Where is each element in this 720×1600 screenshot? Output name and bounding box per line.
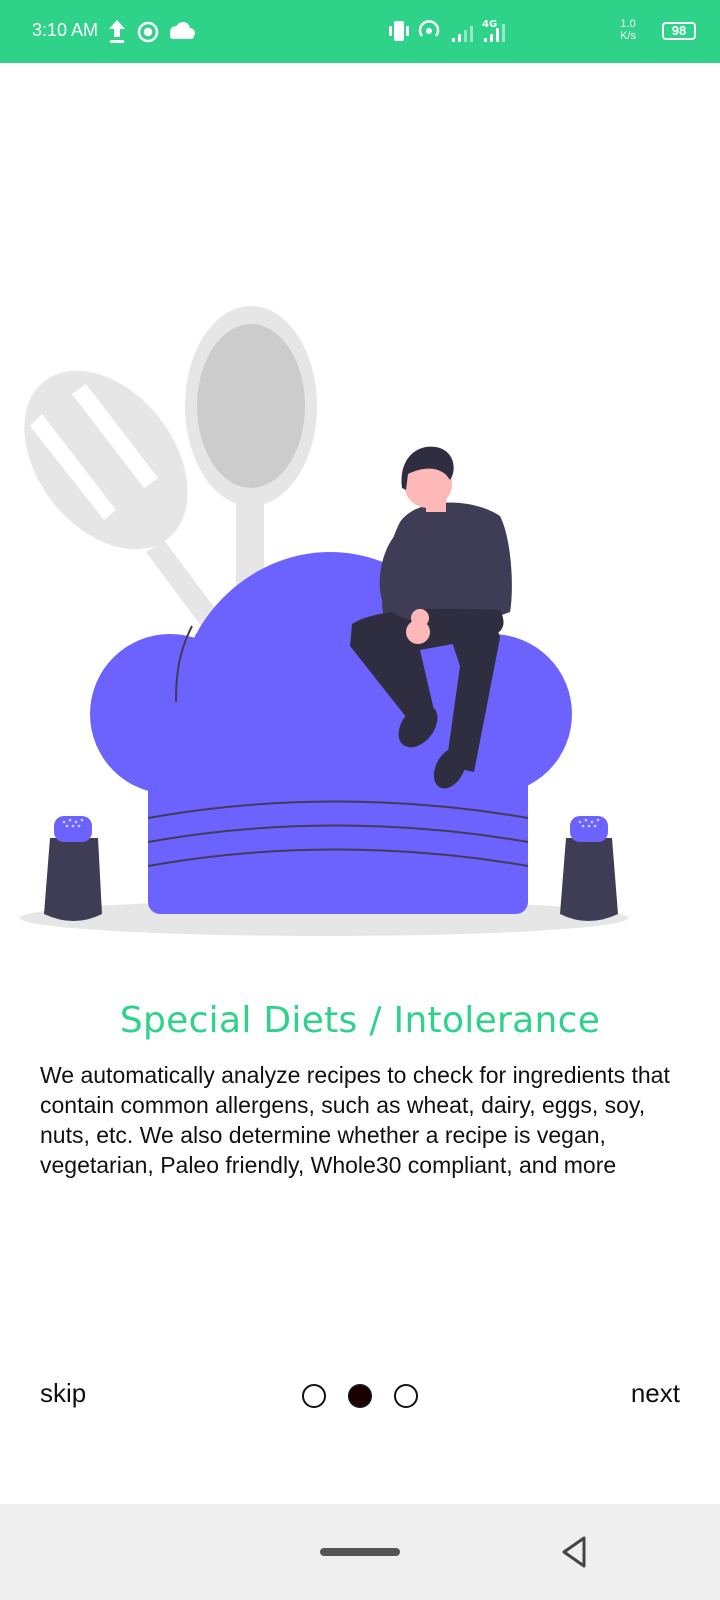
cloud-icon bbox=[170, 22, 195, 39]
page-dot-2-active[interactable] bbox=[348, 1384, 372, 1408]
page-dot-3[interactable] bbox=[394, 1384, 418, 1408]
home-pill[interactable] bbox=[320, 1548, 400, 1556]
status-time: 3:10 AM bbox=[32, 20, 99, 40]
network-speed: 1.0 K/s bbox=[620, 18, 636, 42]
hotspot-icon bbox=[137, 21, 159, 43]
status-left-icons bbox=[109, 20, 195, 43]
signal-4g-icon: 4G bbox=[482, 19, 505, 42]
skip-button[interactable]: skip bbox=[40, 1378, 86, 1409]
status-right-icons: 4G bbox=[389, 19, 505, 42]
battery-icon: 98 bbox=[662, 22, 696, 40]
salt-shaker-left bbox=[44, 816, 102, 921]
wifi-hotspot-icon bbox=[418, 20, 440, 37]
page-title: Special Diets / Intolerance bbox=[119, 1000, 601, 1041]
page-description: We automatically analyze recipes to chec… bbox=[40, 1062, 670, 1178]
network-label: 4G bbox=[482, 19, 497, 30]
speed-unit: K/s bbox=[620, 30, 636, 42]
page-indicator bbox=[302, 1384, 432, 1410]
upload-icon bbox=[109, 20, 125, 43]
chef-hat-illustration bbox=[20, 306, 628, 936]
status-bar: 3:10 AM 4G 1.0 K/s 98 bbox=[0, 0, 720, 63]
speed-value: 1.0 bbox=[620, 18, 636, 30]
vibrate-icon bbox=[389, 21, 409, 41]
salt-shaker-right bbox=[560, 816, 618, 921]
system-nav-bar bbox=[0, 1504, 720, 1600]
signal-icon bbox=[452, 26, 473, 42]
page-dot-1[interactable] bbox=[302, 1384, 326, 1408]
back-icon[interactable] bbox=[556, 1534, 592, 1570]
next-button[interactable]: next bbox=[631, 1378, 680, 1409]
